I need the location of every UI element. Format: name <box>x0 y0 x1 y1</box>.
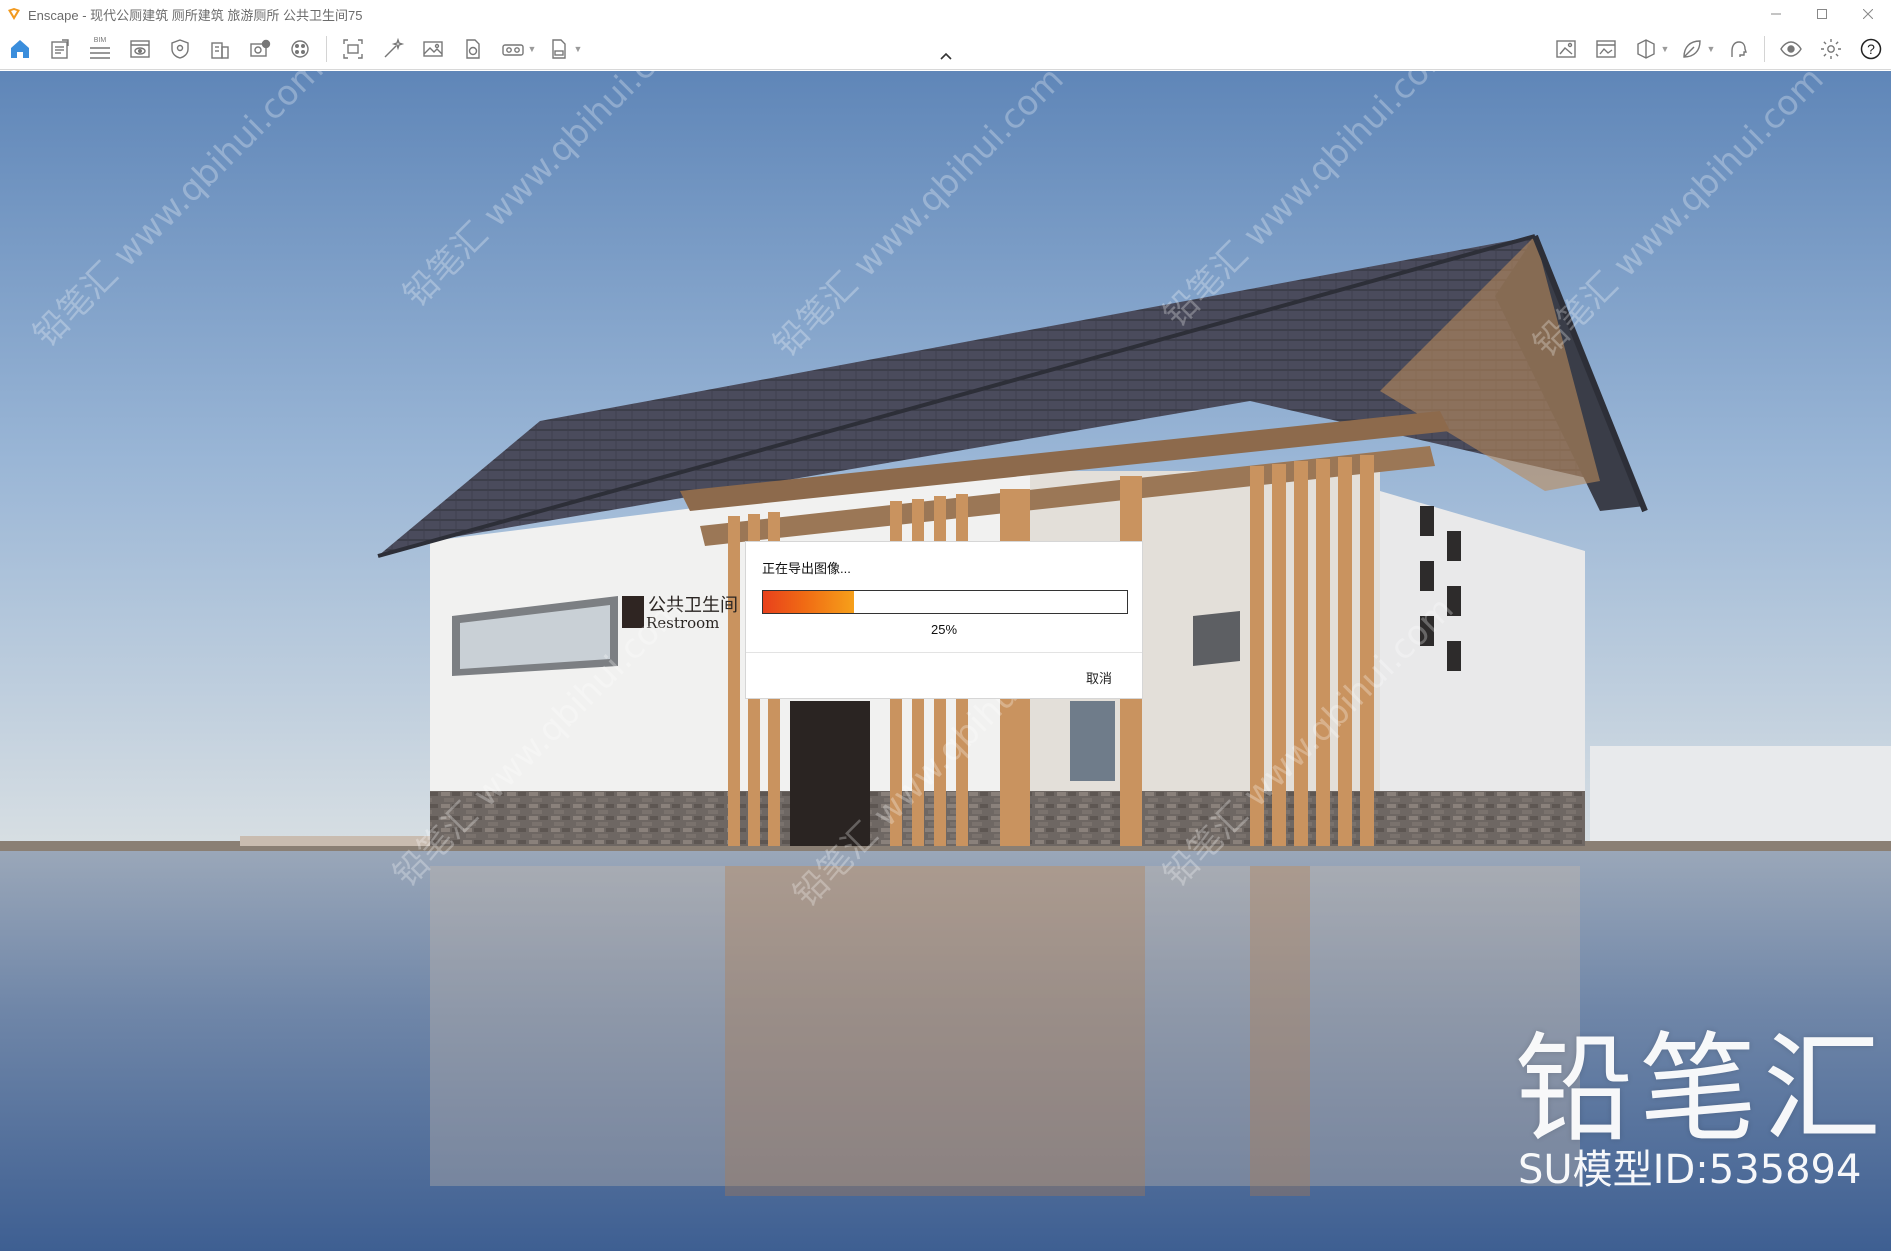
export-progress-percent: 25% <box>930 622 958 637</box>
export-dropdown-chevron-icon[interactable]: ▼ <box>571 31 585 67</box>
building-icon[interactable] <box>200 31 240 67</box>
model-id-watermark: SU模型ID:535894 <box>1518 1147 1862 1193</box>
toolbar-left-group: BIM ▼ ▼ <box>0 28 585 70</box>
help-label: ? <box>1867 41 1875 57</box>
minimize-icon[interactable] <box>1753 0 1799 28</box>
palette-icon[interactable] <box>280 31 320 67</box>
toolbar-separator <box>1764 36 1765 62</box>
camera-add-icon[interactable] <box>240 31 280 67</box>
window-title: Enscape - 现代公厕建筑 厕所建筑 旅游厕所 公共卫生间75 <box>28 7 363 23</box>
sign-english: Restroom <box>646 614 719 632</box>
head-icon[interactable] <box>1718 31 1758 67</box>
export-status-message: 正在导出图像... <box>762 561 851 576</box>
image-icon[interactable] <box>413 31 453 67</box>
document-icon[interactable] <box>40 31 80 67</box>
collapse-toolbar-chevron-up-icon[interactable] <box>936 48 956 64</box>
sign-chinese: 公共卫生间 <box>648 595 738 616</box>
settings-icon[interactable] <box>1811 31 1851 67</box>
bim-label: BIM <box>93 37 107 44</box>
close-icon[interactable] <box>1845 0 1891 28</box>
toolbar-separator <box>326 36 327 62</box>
dialog-divider <box>746 652 1142 653</box>
cube-dropdown-chevron-icon[interactable]: ▼ <box>1658 31 1672 67</box>
vr-dropdown-chevron-icon[interactable]: ▼ <box>525 31 539 67</box>
screenshot-icon[interactable] <box>333 31 373 67</box>
cancel-button[interactable]: 取消 <box>1086 668 1112 687</box>
help-icon[interactable]: ? <box>1851 31 1891 67</box>
image-crop-icon[interactable] <box>1546 31 1586 67</box>
maximize-icon[interactable] <box>1799 0 1845 28</box>
gallery-icon[interactable] <box>1586 31 1626 67</box>
home-icon[interactable] <box>0 31 40 67</box>
magic-wand-icon[interactable] <box>373 31 413 67</box>
title-bar: Enscape - 现代公厕建筑 厕所建筑 旅游厕所 公共卫生间75 <box>0 0 1891 28</box>
export-progress-dialog: 正在导出图像... 25% 取消 <box>745 541 1143 699</box>
export-progress-fill <box>763 591 854 613</box>
shield-icon[interactable] <box>160 31 200 67</box>
bim-list-icon[interactable]: BIM <box>80 31 120 67</box>
view-icon[interactable] <box>120 31 160 67</box>
toolbar-right-group: ▼ ▼ ? <box>1546 28 1891 70</box>
export-progress-bar <box>762 590 1128 614</box>
brand-watermark: 铅笔汇 <box>1515 1020 1888 1158</box>
leaf-dropdown-chevron-icon[interactable]: ▼ <box>1704 31 1718 67</box>
file-refresh-icon[interactable] <box>453 31 493 67</box>
eye-icon[interactable] <box>1771 31 1811 67</box>
enscape-logo-icon <box>6 6 22 22</box>
